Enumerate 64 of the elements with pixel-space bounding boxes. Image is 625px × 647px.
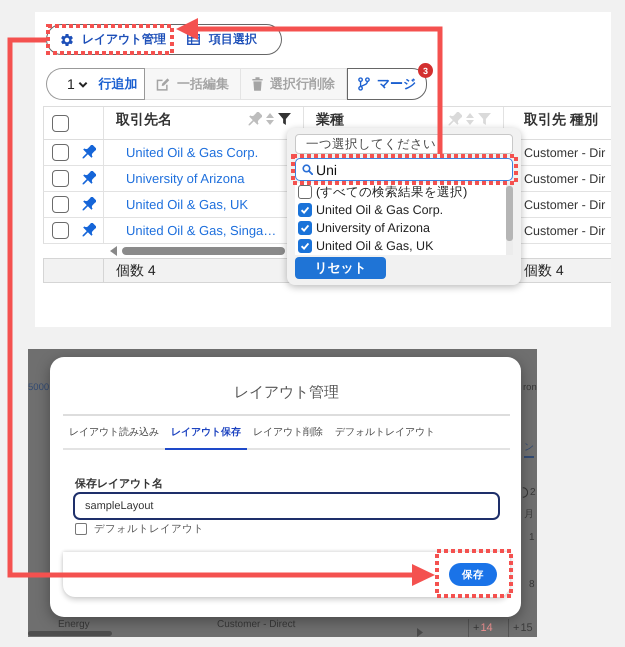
checkbox[interactable]	[52, 114, 69, 132]
background-text: 5000	[28, 382, 50, 394]
field-label: 保存レイアウト名	[75, 477, 163, 491]
scroll-left-icon	[110, 246, 117, 256]
scrollbar-thumb[interactable]	[506, 186, 513, 241]
background-text: 8	[529, 579, 535, 591]
gear-icon	[61, 34, 73, 46]
column-header[interactable]: 取引先 種別	[524, 111, 598, 127]
account-link[interactable]: United Oil & Gas Corp.	[126, 145, 258, 160]
text-field[interactable]: sampleLayout	[73, 492, 500, 520]
pin-icon	[247, 112, 262, 126]
table-cell: Customer - Dir	[524, 224, 606, 238]
tab[interactable]: レイアウト保存	[165, 416, 247, 450]
ring-icon	[522, 486, 528, 499]
account-link[interactable]: United Oil & Gas, UK	[126, 197, 248, 212]
count-badge: 3	[418, 63, 433, 78]
account-link[interactable]: United Oil & Gas, Singa…	[126, 223, 276, 238]
trash-icon	[252, 77, 263, 91]
checkbox[interactable]	[52, 144, 69, 161]
branch-icon	[358, 77, 370, 91]
checkbox-label: デフォルトレイアウト	[94, 522, 204, 536]
tab[interactable]: レイアウト削除	[247, 416, 329, 450]
sort-icon	[466, 113, 474, 125]
table-cell: Customer - Dir	[524, 172, 606, 186]
scroll-right-icon	[417, 628, 423, 637]
search-icon	[302, 164, 313, 175]
count-summary: 個数 4	[116, 262, 156, 280]
background-text: ン	[524, 442, 534, 458]
count-dropdown[interactable]: 1	[46, 68, 92, 100]
checkbox[interactable]	[298, 203, 312, 217]
chevron-down-icon	[78, 80, 88, 88]
option-label[interactable]: United Oil & Gas, UK	[316, 239, 434, 253]
search-field[interactable]: Uni	[295, 158, 513, 181]
option-label[interactable]: (すべての検索結果を選択)	[316, 184, 468, 200]
condition-select[interactable]: 一つ選択してください	[295, 134, 513, 154]
background-text: +	[473, 622, 480, 634]
table-icon	[187, 34, 200, 45]
checkbox[interactable]	[298, 221, 312, 235]
dialog-title: レイアウト管理	[234, 383, 339, 403]
checkbox[interactable]	[75, 523, 87, 535]
pin-icon	[447, 112, 462, 126]
tab[interactable]: デフォルトレイアウト	[329, 416, 441, 450]
column-header[interactable]: 業種	[316, 111, 344, 127]
account-link[interactable]: University of Arizona	[126, 171, 244, 186]
checkbox[interactable]	[298, 239, 312, 253]
layout-settings-button[interactable]: レイアウト管理	[46, 24, 174, 55]
count-summary: 個数 4	[524, 262, 564, 280]
sort-icon	[266, 113, 274, 125]
reset-button[interactable]: リセット	[295, 257, 386, 279]
checkbox[interactable]	[52, 170, 69, 187]
tab[interactable]: レイアウト読み込み	[63, 416, 165, 450]
checkbox[interactable]	[52, 196, 69, 213]
background-text: 14	[480, 622, 493, 634]
background-text: +	[513, 622, 520, 634]
column-header[interactable]: 取引先名	[116, 111, 172, 127]
table-cell: Customer - Dir	[524, 198, 606, 212]
scrollbar-thumb[interactable]	[122, 247, 285, 255]
option-label[interactable]: University of Arizona	[316, 221, 430, 235]
checkbox[interactable]	[52, 222, 69, 239]
pencil-icon	[156, 78, 170, 90]
table-cell: Customer - Dir	[524, 146, 606, 160]
save-button[interactable]: 保存	[449, 563, 497, 586]
option-label[interactable]: United Oil & Gas Corp.	[316, 203, 444, 217]
checkbox[interactable]	[298, 185, 312, 199]
